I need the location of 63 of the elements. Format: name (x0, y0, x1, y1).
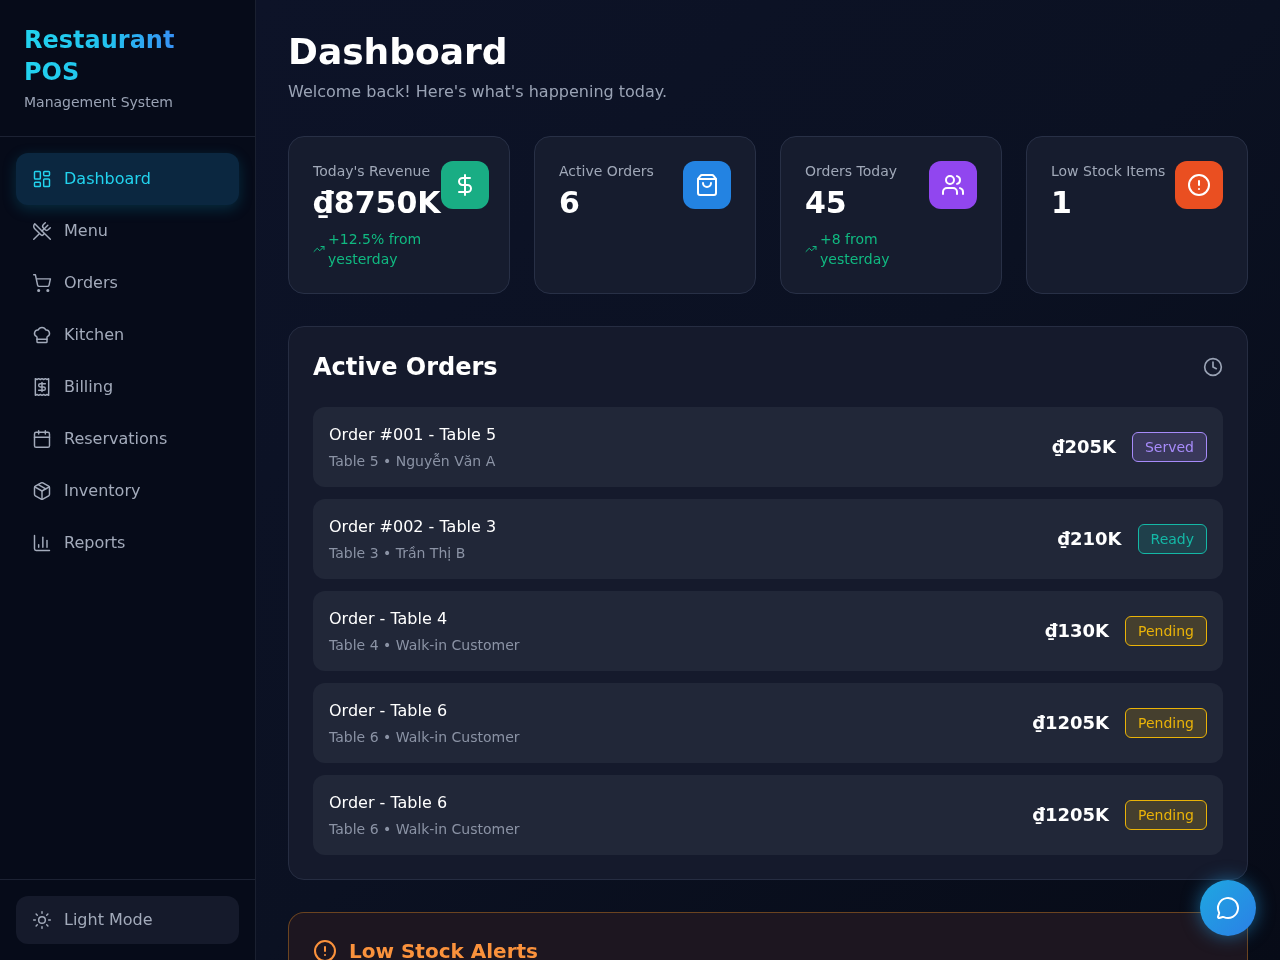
order-detail: Table 4 • Walk-in Customer (329, 636, 520, 655)
order-row[interactable]: Order - Table 6 Table 6 • Walk-in Customer ₫1205K Pending (313, 683, 1223, 763)
stat-value: 1 (1051, 185, 1073, 221)
nav-item[interactable]: Kitchen (16, 309, 239, 361)
nav-item[interactable]: Menu (16, 205, 239, 257)
status-badge: Pending (1125, 800, 1207, 830)
order-title: Order #002 - Table 3 (329, 516, 497, 538)
order-title: Order - Table 6 (329, 700, 449, 722)
app-subtitle: Management System (24, 93, 174, 112)
panel-title: Active Orders (313, 352, 498, 383)
stat-label: Active Orders (559, 162, 655, 181)
order-row[interactable]: Order #001 - Table 5 Table 5 • Nguyễn Văn A ₫205K Served (313, 407, 1223, 487)
trend-up-icon (313, 243, 325, 255)
receipt-icon (32, 377, 52, 397)
stat-label: Orders Today (805, 162, 899, 181)
chat-icon (1216, 896, 1240, 920)
stat-value: 6 (559, 185, 581, 221)
order-row[interactable]: Order - Table 4 Table 4 • Walk-in Customer ₫130K Pending (313, 591, 1223, 671)
utensils-icon (32, 221, 52, 241)
nav-item[interactable]: Reservations (16, 413, 239, 465)
trend-up-icon (805, 243, 817, 255)
nav-item[interactable]: Orders (16, 257, 239, 309)
panel-title: Low Stock Alerts (349, 941, 538, 960)
nav-item[interactable]: Inventory (16, 465, 239, 517)
trend-text: +12.5% from yesterday (328, 230, 423, 269)
order-amount: ₫130K (1045, 619, 1110, 643)
box-icon (32, 481, 52, 501)
clock-icon (1203, 357, 1223, 377)
chef-hat-icon (32, 325, 52, 345)
page-subtitle: Welcome back! Here's what's happening today. (288, 81, 669, 103)
stat-label: Low Stock Items (1051, 162, 1167, 181)
dashboard-grid-icon (32, 169, 52, 189)
order-amount: ₫205K (1051, 435, 1116, 459)
bar-chart-icon (32, 533, 52, 553)
sun-icon (32, 910, 52, 930)
status-badge: Pending (1125, 616, 1207, 646)
order-detail: Table 6 • Walk-in Customer (329, 820, 520, 839)
order-title: Order - Table 6 (329, 792, 449, 814)
status-badge: Ready (1137, 524, 1207, 554)
stat-label: Today's Revenue (313, 162, 432, 181)
order-title: Order - Table 4 (329, 608, 449, 630)
stat-value: ₫8750K (313, 185, 441, 221)
order-amount: ₫1205K (1032, 803, 1110, 827)
order-detail: Table 5 • Nguyễn Văn A (329, 452, 497, 471)
alert-icon (313, 939, 337, 960)
order-row[interactable]: Order #002 - Table 3 Table 3 • Trần Thị B ₫210K Ready (313, 499, 1223, 579)
trend-text: +8 from yesterday (820, 230, 891, 269)
nav-item[interactable]: Reports (16, 517, 239, 569)
status-badge: Served (1131, 432, 1207, 462)
light-mode-button[interactable]: Light Mode (16, 896, 239, 944)
nav-item[interactable]: Billing (16, 361, 239, 413)
order-amount: ₫1205K (1032, 711, 1110, 735)
nav-item[interactable]: Dashboard (16, 153, 239, 205)
cart-icon (32, 273, 52, 293)
status-badge: Pending (1125, 708, 1207, 738)
order-amount: ₫210K (1057, 527, 1122, 551)
page-title: Dashboard (288, 32, 509, 72)
stat-value: 45 (805, 185, 848, 221)
order-detail: Table 6 • Walk-in Customer (329, 728, 520, 747)
order-detail: Table 3 • Trần Thị B (329, 544, 467, 563)
calendar-icon (32, 429, 52, 449)
order-row[interactable]: Order - Table 6 Table 6 • Walk-in Customer ₫1205K Pending (313, 775, 1223, 855)
order-title: Order #001 - Table 5 (329, 424, 497, 446)
